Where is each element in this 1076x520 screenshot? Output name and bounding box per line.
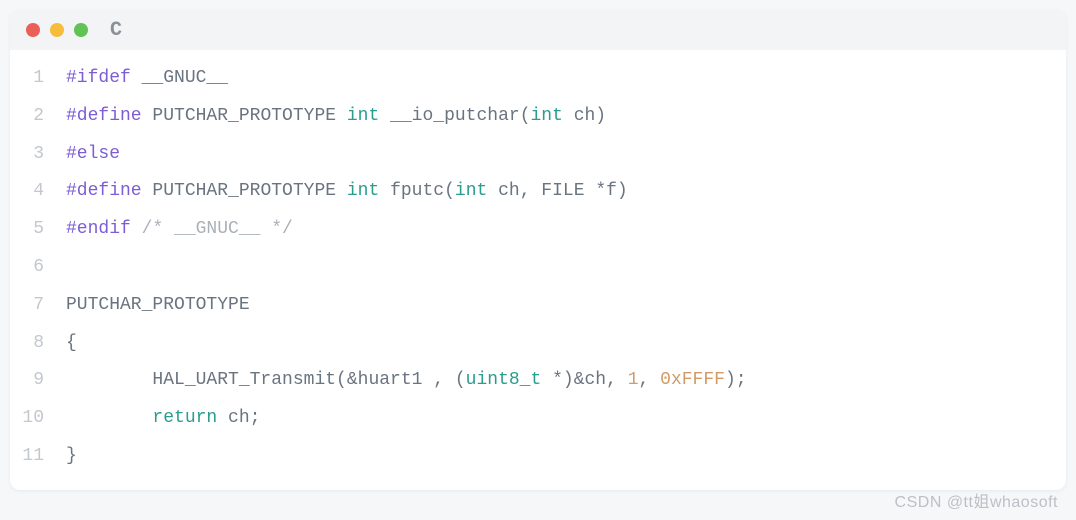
- line-number: 9: [10, 362, 66, 400]
- line-number: 5: [10, 211, 66, 249]
- token-plain: ch;: [217, 408, 260, 428]
- close-icon[interactable]: [26, 23, 40, 37]
- token-number: 1: [628, 370, 639, 390]
- code-content: return ch;: [66, 400, 260, 438]
- code-content: #endif /* __GNUC__ */: [66, 211, 293, 249]
- token-plain: PUTCHAR_PROTOTYPE: [66, 295, 250, 315]
- code-area: 1#ifdef __GNUC__2#define PUTCHAR_PROTOTY…: [10, 50, 1066, 490]
- token-preproc: #endif: [66, 219, 131, 239]
- token-plain: [131, 219, 142, 239]
- token-preproc: #define: [66, 106, 142, 126]
- token-preproc: #ifdef: [66, 68, 131, 88]
- token-preproc: #else: [66, 144, 120, 164]
- code-line: 1#ifdef __GNUC__: [10, 60, 1066, 98]
- code-content: #define PUTCHAR_PROTOTYPE int __io_putch…: [66, 98, 606, 136]
- code-content: #ifdef __GNUC__: [66, 60, 228, 98]
- token-plain: HAL_UART_Transmit(&huart1 , (: [66, 370, 466, 390]
- token-plain: ch, FILE *f): [487, 181, 627, 201]
- line-number: 6: [10, 249, 66, 287]
- line-number: 10: [10, 400, 66, 438]
- code-line: 6: [10, 249, 1066, 287]
- token-plain: [66, 408, 152, 428]
- code-content: {: [66, 325, 77, 363]
- token-type: int: [347, 181, 379, 201]
- token-plain: );: [725, 370, 747, 390]
- token-plain: ,: [639, 370, 661, 390]
- token-type: uint8_t: [466, 370, 542, 390]
- line-number: 11: [10, 438, 66, 476]
- titlebar: C: [10, 10, 1066, 50]
- token-type: int: [455, 181, 487, 201]
- watermark: CSDN @tt姐whaosoft: [895, 488, 1058, 512]
- minimize-icon[interactable]: [50, 23, 64, 37]
- code-line: 3#else: [10, 136, 1066, 174]
- code-content: HAL_UART_Transmit(&huart1 , (uint8_t *)&…: [66, 362, 747, 400]
- traffic-lights: [26, 23, 88, 37]
- token-type: int: [531, 106, 563, 126]
- token-plain: fputc(: [379, 181, 455, 201]
- code-line: 11}: [10, 438, 1066, 476]
- token-punc: }: [66, 446, 77, 466]
- language-label: C: [110, 19, 123, 42]
- token-plain: ch): [563, 106, 606, 126]
- code-content: #define PUTCHAR_PROTOTYPE int fputc(int …: [66, 173, 628, 211]
- token-preproc: #define: [66, 181, 142, 201]
- token-punc: {: [66, 333, 77, 353]
- line-number: 4: [10, 173, 66, 211]
- code-line: 7PUTCHAR_PROTOTYPE: [10, 287, 1066, 325]
- token-plain: *)&ch,: [541, 370, 627, 390]
- code-content: PUTCHAR_PROTOTYPE: [66, 287, 250, 325]
- code-content: }: [66, 438, 77, 476]
- line-number: 8: [10, 325, 66, 363]
- code-line: 8{: [10, 325, 1066, 363]
- code-content: #else: [66, 136, 120, 174]
- token-comment: /* __GNUC__ */: [142, 219, 293, 239]
- token-return: return: [152, 408, 217, 428]
- token-number: 0xFFFF: [660, 370, 725, 390]
- token-plain: PUTCHAR_PROTOTYPE: [142, 181, 347, 201]
- token-plain: __io_putchar(: [379, 106, 530, 126]
- code-line: 10 return ch;: [10, 400, 1066, 438]
- line-number: 2: [10, 98, 66, 136]
- code-line: 2#define PUTCHAR_PROTOTYPE int __io_putc…: [10, 98, 1066, 136]
- code-window: C 1#ifdef __GNUC__2#define PUTCHAR_PROTO…: [10, 10, 1066, 490]
- line-number: 1: [10, 60, 66, 98]
- token-type: int: [347, 106, 379, 126]
- line-number: 7: [10, 287, 66, 325]
- token-plain: __GNUC__: [131, 68, 228, 88]
- zoom-icon[interactable]: [74, 23, 88, 37]
- line-number: 3: [10, 136, 66, 174]
- code-line: 9 HAL_UART_Transmit(&huart1 , (uint8_t *…: [10, 362, 1066, 400]
- code-line: 5#endif /* __GNUC__ */: [10, 211, 1066, 249]
- token-plain: PUTCHAR_PROTOTYPE: [142, 106, 347, 126]
- code-line: 4#define PUTCHAR_PROTOTYPE int fputc(int…: [10, 173, 1066, 211]
